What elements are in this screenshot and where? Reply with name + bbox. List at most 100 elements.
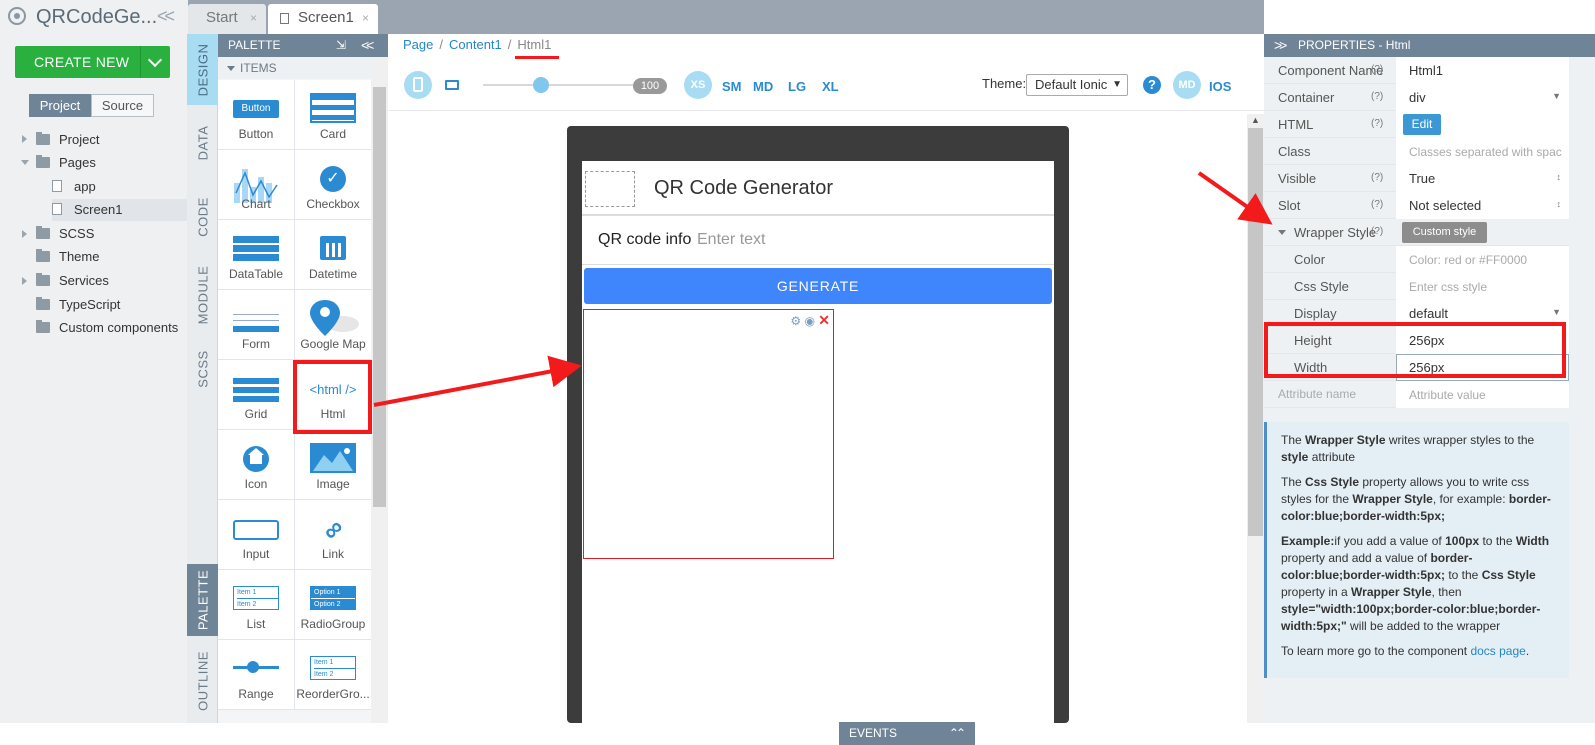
canvas-scrollbar[interactable]: ▲ bbox=[1247, 114, 1264, 723]
breadcrumb-content[interactable]: Content1 bbox=[449, 37, 502, 52]
expand-project-icon[interactable] bbox=[22, 135, 27, 143]
tab-scss[interactable]: SCSS bbox=[187, 336, 218, 402]
container-select[interactable]: div bbox=[1409, 90, 1426, 105]
mode-ios[interactable]: IOS bbox=[1209, 79, 1231, 94]
html-component[interactable]: ⚙ ◉ ✕ bbox=[583, 309, 834, 559]
tree-item-screen1[interactable]: Screen1 bbox=[52, 199, 188, 221]
breakpoint-md[interactable]: MD bbox=[753, 79, 773, 94]
help-icon[interactable]: ? bbox=[1143, 76, 1161, 94]
updown-icon[interactable]: ↕ bbox=[1557, 172, 1562, 182]
palette-item-list[interactable]: Item 1 Item 2 List bbox=[218, 570, 295, 640]
palette-item-form[interactable]: Form bbox=[218, 290, 295, 360]
tree-item-typescript[interactable]: TypeScript bbox=[36, 294, 120, 316]
palette-item-image[interactable]: Image bbox=[295, 430, 372, 500]
tab-screen1[interactable]: Screen1 × bbox=[268, 4, 378, 34]
help-icon[interactable]: (?) bbox=[1371, 118, 1383, 129]
class-input[interactable]: Classes separated with spac bbox=[1409, 145, 1562, 159]
breakpoint-xs[interactable]: XS bbox=[684, 71, 712, 99]
help-icon[interactable]: (?) bbox=[1371, 226, 1383, 237]
docs-page-link[interactable]: docs page bbox=[1470, 644, 1525, 658]
close-icon[interactable]: × bbox=[250, 4, 257, 32]
help-icon[interactable]: (?) bbox=[1371, 172, 1383, 183]
visible-select[interactable]: True bbox=[1409, 171, 1435, 186]
expand-icon[interactable]: ⇲ bbox=[336, 34, 346, 57]
color-input[interactable]: Color: red or #FF0000 bbox=[1409, 253, 1527, 267]
tab-palette[interactable]: PALETTE bbox=[187, 564, 218, 636]
app-header-bar[interactable]: QR Code Generator bbox=[582, 161, 1054, 216]
scrollbar-thumb[interactable] bbox=[373, 87, 386, 507]
palette-item-chart[interactable]: Chart bbox=[218, 150, 295, 220]
generate-button[interactable]: GENERATE bbox=[584, 268, 1052, 304]
palette-item-icon[interactable]: Icon bbox=[218, 430, 295, 500]
phone-portrait-icon[interactable] bbox=[404, 71, 432, 99]
tab-design[interactable]: DESIGN bbox=[187, 34, 218, 105]
help-icon[interactable]: (?) bbox=[1371, 199, 1383, 210]
attribute-name-input[interactable]: Attribute name bbox=[1278, 387, 1356, 401]
tab-source[interactable]: Source bbox=[91, 94, 154, 117]
breadcrumb-page[interactable]: Page bbox=[403, 37, 433, 52]
tab-project[interactable]: Project bbox=[29, 94, 91, 117]
tree-item-project[interactable]: Project bbox=[36, 129, 99, 151]
breakpoint-xl[interactable]: XL bbox=[822, 79, 839, 94]
properties-scrollbar[interactable] bbox=[1569, 57, 1595, 723]
edit-html-button[interactable]: Edit bbox=[1403, 114, 1441, 135]
css-style-input[interactable]: Enter css style bbox=[1409, 280, 1487, 294]
palette-scrollbar[interactable] bbox=[371, 57, 388, 723]
scrollbar-thumb[interactable] bbox=[1248, 128, 1263, 536]
collapse-icon[interactable]: << bbox=[361, 34, 374, 57]
chevron-down-icon[interactable]: ▼ bbox=[1552, 307, 1561, 317]
palette-item-grid[interactable]: Grid bbox=[218, 360, 295, 430]
create-new-button[interactable]: CREATE NEW bbox=[15, 46, 170, 78]
tab-code[interactable]: CODE bbox=[187, 181, 218, 253]
chevron-down-icon[interactable] bbox=[1278, 230, 1286, 235]
tree-item-theme[interactable]: Theme bbox=[36, 246, 99, 268]
palette-item-datetime[interactable]: Datetime bbox=[295, 220, 372, 290]
qr-info-input[interactable]: Enter text bbox=[697, 231, 765, 249]
tree-item-app[interactable]: app bbox=[52, 176, 96, 198]
breakpoint-lg[interactable]: LG bbox=[788, 79, 806, 94]
tree-item-services[interactable]: Services bbox=[36, 270, 109, 292]
header-image-placeholder[interactable] bbox=[585, 171, 635, 207]
chevron-down-icon[interactable]: ▼ bbox=[1552, 91, 1561, 101]
tree-item-pages[interactable]: Pages bbox=[36, 152, 96, 174]
custom-style-button[interactable]: Custom style bbox=[1402, 222, 1487, 243]
display-select[interactable]: default bbox=[1409, 306, 1448, 321]
mode-md[interactable]: MD bbox=[1173, 71, 1201, 99]
palette-item-range[interactable]: Range bbox=[218, 640, 295, 710]
tab-outline[interactable]: OUTLINE bbox=[187, 639, 218, 723]
app-title-text[interactable]: QR Code Generator bbox=[654, 177, 833, 200]
attribute-value-input[interactable]: Attribute value bbox=[1409, 388, 1486, 402]
eye-icon[interactable]: ◉ bbox=[804, 314, 814, 328]
tree-item-custom-components[interactable]: Custom components bbox=[36, 317, 178, 339]
help-icon[interactable]: (?) bbox=[1371, 64, 1383, 75]
palette-item-link[interactable]: ∞ Link bbox=[295, 500, 372, 570]
palette-item-input[interactable]: Input bbox=[218, 500, 295, 570]
collapse-panel-icon[interactable]: << bbox=[157, 6, 175, 27]
scroll-up-icon[interactable]: ▲ bbox=[1251, 115, 1260, 125]
expand-scss-icon[interactable] bbox=[22, 230, 27, 238]
zoom-slider[interactable] bbox=[483, 77, 633, 93]
close-icon[interactable]: × bbox=[362, 4, 369, 32]
items-section-header[interactable]: ITEMS bbox=[218, 57, 371, 79]
help-icon[interactable]: (?) bbox=[1371, 91, 1383, 102]
collapse-pages-icon[interactable] bbox=[21, 160, 29, 165]
slider-handle[interactable] bbox=[533, 77, 549, 93]
palette-item-radiogroup[interactable]: Option 1 Option 2 RadioGroup bbox=[295, 570, 372, 640]
expand-panel-icon[interactable]: >> bbox=[1274, 34, 1287, 57]
slot-select[interactable]: Not selected bbox=[1409, 198, 1481, 213]
close-icon[interactable]: ✕ bbox=[818, 312, 830, 328]
palette-item-button[interactable]: Button Button bbox=[218, 80, 295, 150]
tab-start[interactable]: Start × bbox=[188, 4, 266, 34]
events-panel-toggle[interactable]: EVENTS ⌃⌃ bbox=[839, 722, 975, 745]
gear-icon[interactable]: ⚙ bbox=[790, 314, 801, 328]
breakpoint-sm[interactable]: SM bbox=[722, 79, 742, 94]
tab-module[interactable]: MODULE bbox=[187, 256, 218, 333]
phone-landscape-icon[interactable] bbox=[445, 80, 459, 90]
palette-item-card[interactable]: Card bbox=[295, 80, 372, 150]
palette-item-google-map[interactable]: Google Map bbox=[295, 290, 372, 360]
palette-item-reordergroup[interactable]: Item 1 Item 2 ReorderGro... bbox=[295, 640, 372, 710]
palette-item-checkbox[interactable]: ✓ Checkbox bbox=[295, 150, 372, 220]
chevron-down-icon[interactable] bbox=[140, 46, 170, 78]
theme-select[interactable]: Default Ionic ▼ bbox=[1026, 74, 1128, 96]
palette-item-datatable[interactable]: DataTable bbox=[218, 220, 295, 290]
